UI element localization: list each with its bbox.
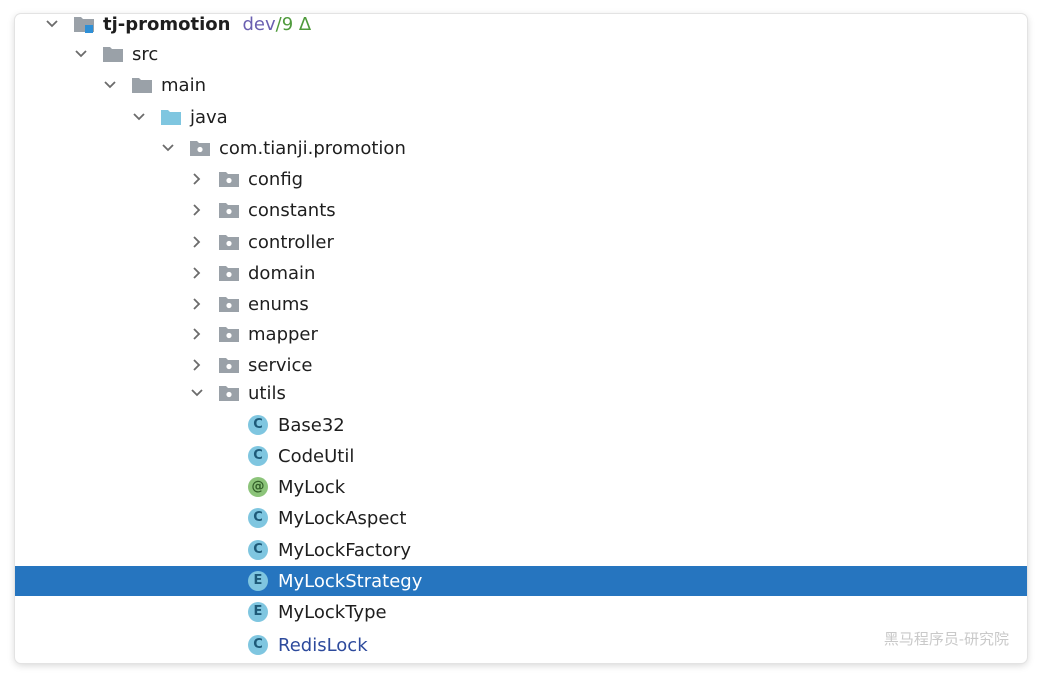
package-icon (218, 168, 240, 190)
chevron-right-icon[interactable] (190, 235, 204, 249)
class-icon: C (248, 446, 268, 466)
changes-count: 9 Δ (281, 14, 312, 35)
class-icon: C (248, 415, 268, 435)
enum-icon: E (248, 571, 268, 591)
tree-row-file-selected[interactable]: E MyLockStrategy (15, 566, 1027, 596)
module-folder-icon (73, 14, 95, 35)
tree-label: controller (248, 231, 334, 253)
package-icon (218, 354, 240, 376)
tree-label: service (248, 354, 313, 376)
tree-label: main (161, 74, 206, 96)
chevron-down-icon[interactable] (45, 17, 59, 31)
file-name: MyLockStrategy (278, 570, 423, 592)
tree-row-file[interactable]: C MyLockAspect (15, 503, 1027, 533)
tree-row-file[interactable]: C CodeUtil (15, 441, 1027, 471)
tree-row-folder[interactable]: domain (15, 258, 1027, 288)
class-icon: C (248, 508, 268, 528)
tree-label: enums (248, 293, 309, 315)
chevron-down-icon[interactable] (103, 78, 117, 92)
tree-row-folder[interactable]: service (15, 350, 1027, 380)
chevron-right-icon[interactable] (190, 297, 204, 311)
tree-label: mapper (248, 323, 318, 345)
package-icon (218, 323, 240, 345)
file-name: CodeUtil (278, 445, 355, 467)
tree-row-folder[interactable]: config (15, 164, 1027, 194)
tree-row-file[interactable]: @ MyLock (15, 472, 1027, 502)
package-icon (189, 137, 211, 159)
tree-label: constants (248, 199, 336, 221)
class-icon: C (248, 635, 268, 655)
branch-name: dev (242, 14, 276, 35)
chevron-right-icon[interactable] (190, 203, 204, 217)
project-tree-panel: tj-promotion dev / 9 Δ src main java com… (15, 14, 1027, 663)
package-icon (218, 262, 240, 284)
tree-row-folder[interactable]: mapper (15, 319, 1027, 349)
tree-row-file[interactable]: C RedisLock (15, 630, 1027, 660)
project-name: tj-promotion (103, 14, 231, 35)
chevron-down-icon[interactable] (74, 47, 88, 61)
file-name: RedisLock (278, 634, 368, 656)
enum-icon: E (248, 602, 268, 622)
tree-row-project[interactable]: tj-promotion dev / 9 Δ (15, 14, 1027, 39)
tree-row-utils[interactable]: utils (15, 378, 1027, 408)
file-name: MyLockAspect (278, 507, 407, 529)
chevron-right-icon[interactable] (190, 172, 204, 186)
chevron-right-icon[interactable] (190, 358, 204, 372)
tree-row-file[interactable]: C MyLockFactory (15, 535, 1027, 565)
tree-label: config (248, 168, 304, 190)
tree-row-folder[interactable]: constants (15, 195, 1027, 225)
chevron-down-icon[interactable] (132, 110, 146, 124)
watermark: 黑马程序员-研究院 (883, 630, 1009, 648)
class-icon: C (248, 540, 268, 560)
tree-label: src (132, 43, 159, 65)
tree-row-file[interactable]: C Base32 (15, 410, 1027, 440)
tree-label: com.tianji.promotion (219, 137, 406, 159)
file-name: Base32 (278, 414, 345, 436)
tree-label: utils (248, 382, 286, 404)
tree-label: domain (248, 262, 316, 284)
chevron-down-icon[interactable] (161, 141, 175, 155)
chevron-right-icon[interactable] (190, 266, 204, 280)
tree-label: java (190, 106, 228, 128)
package-icon (218, 382, 240, 404)
package-icon (218, 199, 240, 221)
tree-row-folder[interactable]: enums (15, 289, 1027, 319)
package-icon (218, 231, 240, 253)
chevron-down-icon[interactable] (190, 386, 204, 400)
tree-row-main[interactable]: main (15, 70, 1027, 100)
tree-row-file[interactable]: E MyLockType (15, 597, 1027, 627)
tree-row-package[interactable]: com.tianji.promotion (15, 133, 1027, 163)
chevron-right-icon[interactable] (190, 327, 204, 341)
tree-row-src[interactable]: src (15, 39, 1027, 69)
folder-icon (131, 74, 153, 96)
file-name: MyLock (278, 476, 346, 498)
file-name: MyLockFactory (278, 539, 411, 561)
folder-icon (102, 43, 124, 65)
file-name: MyLockType (278, 601, 387, 623)
tree-row-java[interactable]: java (15, 102, 1027, 132)
tree-row-folder[interactable]: controller (15, 227, 1027, 257)
source-folder-icon (160, 106, 182, 128)
annotation-icon: @ (248, 477, 268, 497)
package-icon (218, 293, 240, 315)
